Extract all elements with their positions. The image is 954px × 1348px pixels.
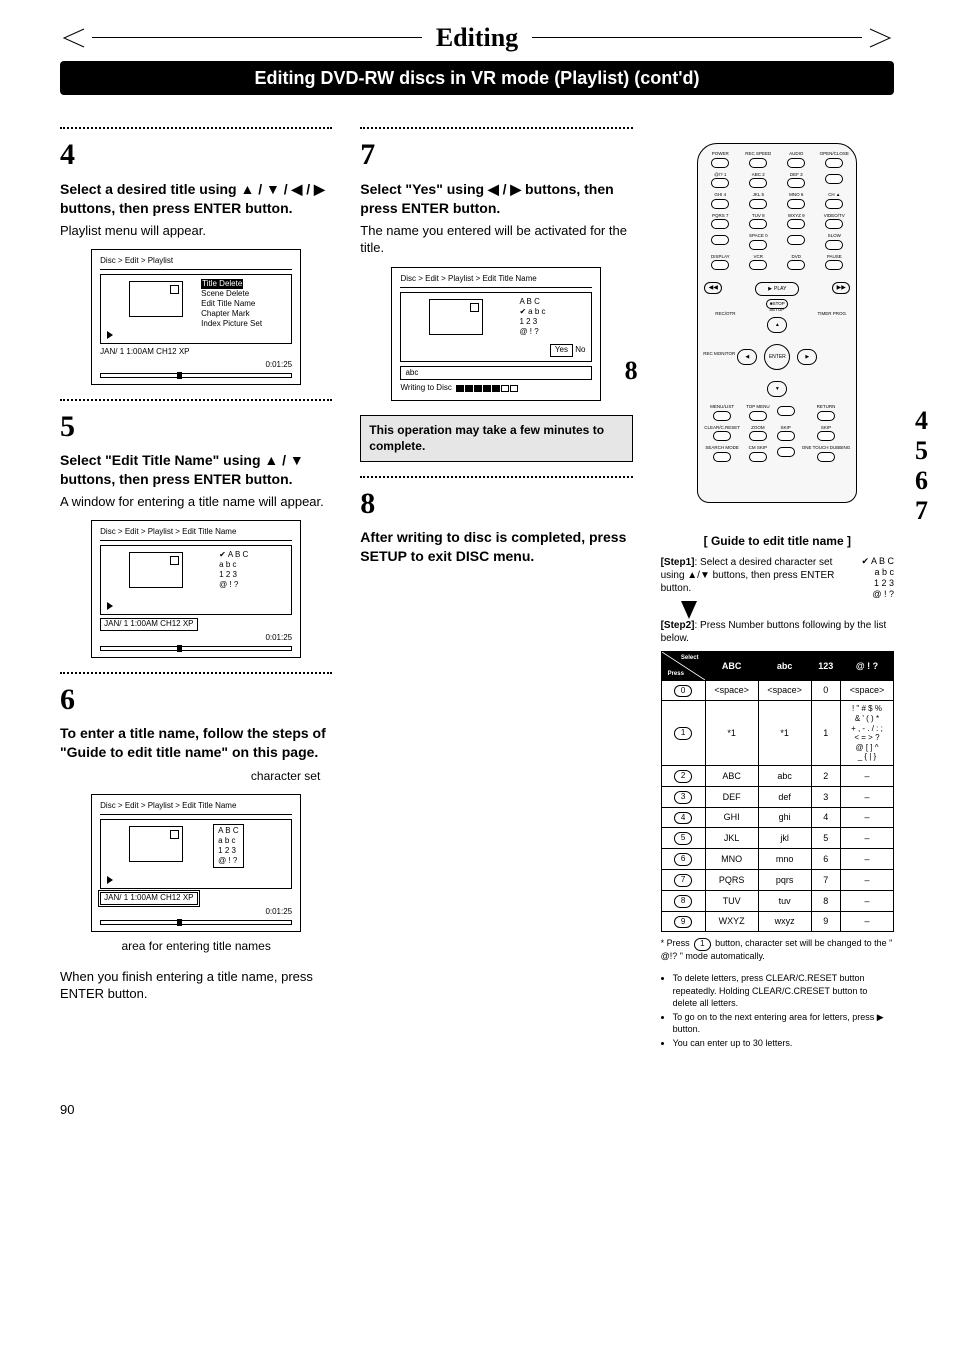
remote-diagram: 8 4 5 6 7 POWERREC SPEEDAUDIOOPEN/CLOSE@… bbox=[661, 143, 894, 503]
screen-step4: Disc > Edit > Playlist Title Delete Scen… bbox=[91, 249, 301, 384]
label-charset: character set bbox=[60, 768, 320, 784]
guide-charset-list: A B C a b c 1 2 3 @ ! ? bbox=[861, 556, 894, 601]
no-button: No bbox=[575, 345, 585, 354]
play-icon bbox=[107, 876, 113, 884]
yes-button: Yes bbox=[550, 344, 573, 357]
step-7: 7 Select "Yes" using ◀ / ▶ buttons, then… bbox=[360, 135, 632, 461]
screen4-breadcrumb: Disc > Edit > Playlist bbox=[100, 256, 292, 270]
screen7-writing: Writing to Disc bbox=[400, 383, 592, 394]
callout-8: 8 bbox=[625, 353, 638, 388]
header-title-row: Editing bbox=[60, 20, 894, 55]
progress-bar bbox=[100, 920, 292, 925]
column-2: 7 Select "Yes" using ◀ / ▶ buttons, then… bbox=[360, 113, 632, 565]
step-7-text: The name you entered will be activated f… bbox=[360, 222, 632, 257]
dpad-up: ▲ bbox=[767, 317, 787, 333]
step-4-text: Playlist menu will appear. bbox=[60, 222, 332, 240]
screen5-status: JAN/ 1 1:00AM CH12 XP bbox=[100, 618, 197, 631]
thumbnail-icon bbox=[129, 826, 183, 862]
forward-icon: ▶▶ bbox=[832, 282, 850, 294]
column-1: 4 Select a desired title using ▲ / ▼ / ◀… bbox=[60, 113, 332, 1003]
column-3: 8 4 5 6 7 POWERREC SPEEDAUDIOOPEN/CLOSE@… bbox=[661, 113, 894, 1051]
guide-header-abc: ABC bbox=[705, 651, 758, 680]
guide-title: [ Guide to edit title name ] bbox=[661, 533, 894, 549]
screen6-timer: 0:01:25 bbox=[100, 907, 292, 918]
thumbnail-icon bbox=[129, 552, 183, 588]
callout-7: 7 bbox=[915, 493, 928, 528]
guide-header-abc-lower: abc bbox=[758, 651, 811, 680]
step-6-text2: When you finish entering a title name, p… bbox=[60, 968, 332, 1003]
step-6-heading: To enter a title name, follow the steps … bbox=[60, 724, 332, 762]
operation-note: This operation may take a few minutes to… bbox=[360, 415, 632, 461]
step-5: 5 Select "Edit Title Name" using ▲ / ▼ b… bbox=[60, 407, 332, 658]
screen6-charset: A B C a b c 1 2 3 @ ! ? bbox=[213, 824, 243, 868]
guide-table-corner: Select Press bbox=[661, 651, 705, 680]
remote-control-icon: POWERREC SPEEDAUDIOOPEN/CLOSE@!? 1ABC 2D… bbox=[697, 143, 857, 503]
yes-no-row: Yes No bbox=[550, 344, 586, 357]
screen7-input: abc bbox=[400, 366, 592, 381]
screen-step5: Disc > Edit > Playlist > Edit Title Name… bbox=[91, 520, 301, 657]
page-title: Editing bbox=[428, 20, 526, 55]
guide-header-symbol: @ ! ? bbox=[840, 651, 893, 680]
key-1-icon: 1 bbox=[694, 938, 710, 950]
screen6-status: JAN/ 1 1:00AM CH12 XP bbox=[100, 892, 197, 905]
step-8: 8 After writing to disc is completed, pr… bbox=[360, 484, 632, 566]
dpad-enter: ENTER bbox=[764, 344, 790, 370]
step-7-number: 7 bbox=[360, 135, 632, 176]
screen7-charset: A B C a b c 1 2 3 @ ! ? bbox=[519, 297, 545, 337]
step-6-number: 6 bbox=[60, 680, 332, 721]
page-number: 90 bbox=[60, 1101, 894, 1119]
page-subtitle: Editing DVD-RW discs in VR mode (Playlis… bbox=[60, 61, 894, 95]
guide-bullets: To delete letters, press CLEAR/C.RESET b… bbox=[661, 972, 894, 1049]
dpad-icon: ▲ ▼ ◀ ▶ ENTER REC/OTR SETUP TIMER PROG. … bbox=[737, 317, 817, 397]
step-5-text: A window for entering a title name will … bbox=[60, 493, 332, 511]
screen-step7: Disc > Edit > Playlist > Edit Title Name… bbox=[391, 267, 601, 401]
screen5-charset: A B C a b c 1 2 3 @ ! ? bbox=[219, 550, 248, 590]
play-button-icon: ▶ PLAY bbox=[755, 282, 799, 296]
step-5-number: 5 bbox=[60, 407, 332, 448]
dpad-right: ▶ bbox=[797, 349, 817, 365]
step-4-number: 4 bbox=[60, 135, 332, 176]
step-7-heading: Select "Yes" using ◀ / ▶ buttons, then p… bbox=[360, 180, 632, 218]
writing-progress-icon bbox=[456, 385, 518, 392]
screen5-breadcrumb: Disc > Edit > Playlist > Edit Title Name bbox=[100, 527, 292, 541]
guide-section: [ Guide to edit title name ] A B C a b c… bbox=[661, 533, 894, 1049]
screen7-breadcrumb: Disc > Edit > Playlist > Edit Title Name bbox=[400, 274, 592, 288]
arrow-right-ornament bbox=[868, 27, 894, 49]
screen4-status: JAN/ 1 1:00AM CH12 XP bbox=[100, 347, 292, 358]
play-icon bbox=[107, 602, 113, 610]
guide-table: Select Press ABC abc 123 @ ! ? 0<space><… bbox=[661, 651, 894, 933]
step-8-number: 8 bbox=[360, 484, 632, 525]
thumbnail-icon bbox=[129, 281, 183, 317]
progress-bar bbox=[100, 373, 292, 378]
screen4-menu: Title Delete Scene Delete Edit Title Nam… bbox=[201, 279, 262, 329]
step-4-heading: Select a desired title using ▲ / ▼ / ◀ /… bbox=[60, 180, 332, 218]
dpad-left: ◀ bbox=[737, 349, 757, 365]
guide-header-123: 123 bbox=[811, 651, 840, 680]
screen5-timer: 0:01:25 bbox=[100, 633, 292, 644]
screen6-breadcrumb: Disc > Edit > Playlist > Edit Title Name bbox=[100, 801, 292, 815]
guide-footnote: * Press 1 button, character set will be … bbox=[661, 938, 894, 962]
step-4: 4 Select a desired title using ▲ / ▼ / ◀… bbox=[60, 135, 332, 384]
rewind-icon: ◀◀ bbox=[704, 282, 722, 294]
step-6: 6 To enter a title name, follow the step… bbox=[60, 680, 332, 1003]
dpad-down: ▼ bbox=[767, 381, 787, 397]
thumbnail-icon bbox=[429, 299, 483, 335]
arrow-down-icon bbox=[681, 601, 697, 619]
progress-bar bbox=[100, 646, 292, 651]
step-5-heading: Select "Edit Title Name" using ▲ / ▼ but… bbox=[60, 451, 332, 489]
screen-step6: Disc > Edit > Playlist > Edit Title Name… bbox=[91, 794, 301, 931]
label-entry-area: area for entering title names bbox=[60, 938, 332, 954]
screen4-timer: 0:01:25 bbox=[100, 360, 292, 371]
play-icon bbox=[107, 331, 113, 339]
guide-step2: [Step2]: Press Number buttons following … bbox=[661, 619, 894, 645]
step-8-heading: After writing to disc is completed, pres… bbox=[360, 528, 632, 566]
arrow-left-ornament bbox=[60, 27, 86, 49]
guide-step1: A B C a b c 1 2 3 @ ! ? [Step1]: Select … bbox=[661, 556, 894, 619]
